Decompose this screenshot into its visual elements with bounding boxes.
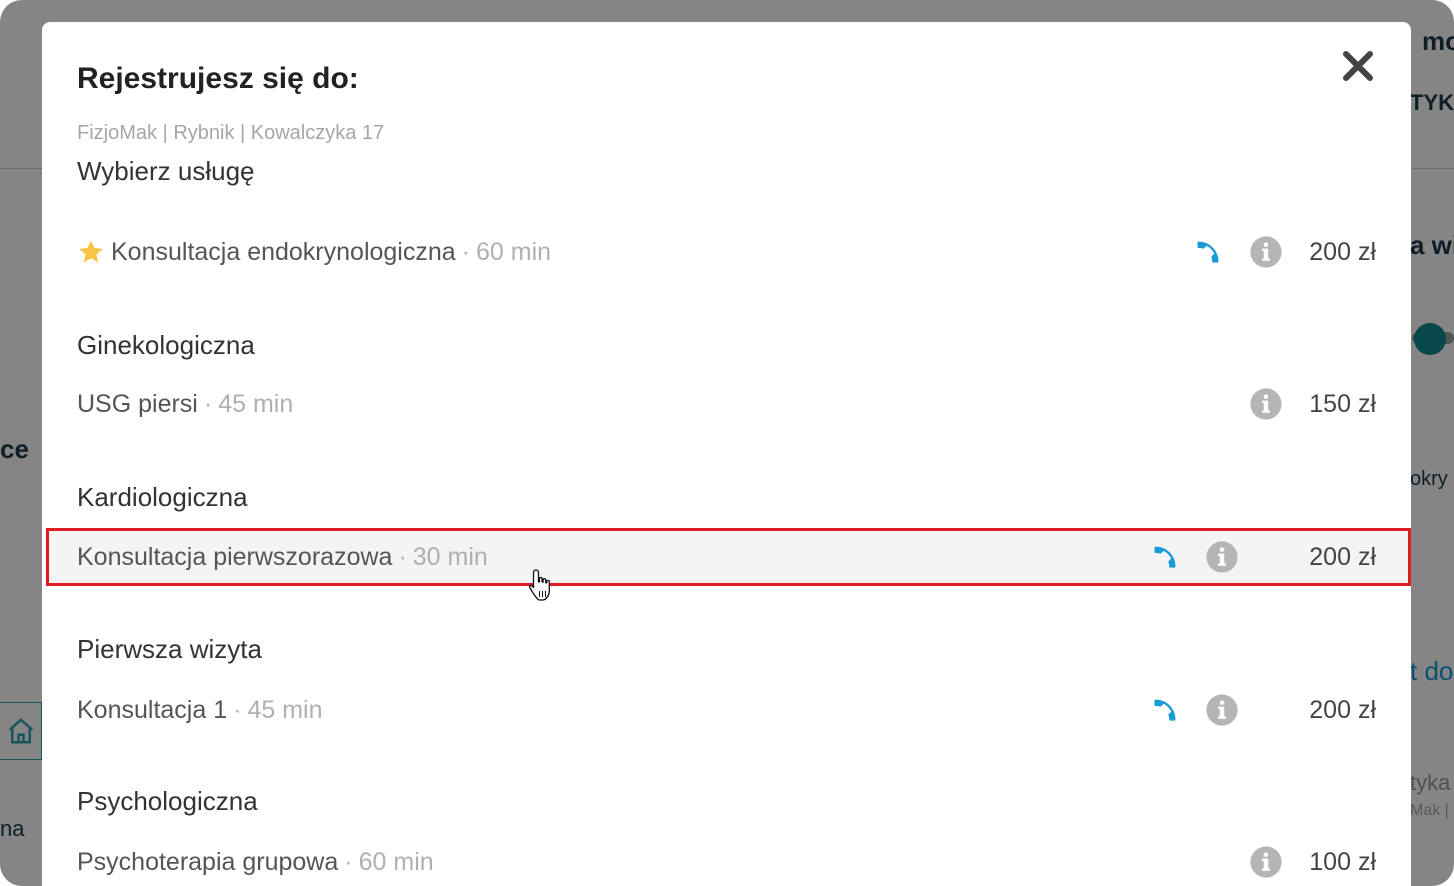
service-name: Psychoterapia grupowa · 60 min xyxy=(77,848,434,877)
category-title: Ginekologiczna xyxy=(77,330,255,360)
service-name: Konsultacja 1 · 45 min xyxy=(77,696,322,725)
service-selection-modal: Rejestrujesz się do: FizjoMak | Rybnik |… xyxy=(42,22,1411,886)
service-duration: 45 min xyxy=(247,695,323,724)
category-title: Pierwsza wizyta xyxy=(77,634,262,664)
service-price: 200 zł xyxy=(1309,695,1376,724)
info-icon[interactable] xyxy=(1249,235,1283,269)
info-icon[interactable] xyxy=(1249,387,1283,421)
service-separator: · xyxy=(233,695,242,724)
phone-icon xyxy=(1150,695,1180,725)
service-row[interactable]: Psychoterapia grupowa · 60 min 100 zł xyxy=(48,835,1409,886)
service-title: Konsultacja pierwszorazowa xyxy=(77,542,393,571)
category-title: Psychologiczna xyxy=(77,786,258,816)
service-duration: 60 min xyxy=(476,237,552,266)
service-name: Konsultacja endokrynologiczna · 60 min xyxy=(77,238,551,267)
service-price: 150 zł xyxy=(1309,389,1376,418)
info-icon[interactable] xyxy=(1249,845,1283,879)
close-icon xyxy=(1343,51,1373,81)
service-title: Konsultacja 1 xyxy=(77,695,228,724)
modal-subtitle: Wybierz usługę xyxy=(77,156,255,186)
service-title: Konsultacja endokrynologiczna xyxy=(111,237,456,266)
service-separator: · xyxy=(461,237,470,266)
service-price: 200 zł xyxy=(1309,237,1376,266)
service-separator: · xyxy=(344,847,353,876)
service-name: Konsultacja pierwszorazowa · 30 min xyxy=(77,543,488,572)
service-title: Psychoterapia grupowa xyxy=(77,847,339,876)
modal-title: Rejestrujesz się do: xyxy=(77,62,359,95)
close-button[interactable] xyxy=(1338,46,1378,86)
service-row[interactable]: USG piersi · 45 min 150 zł xyxy=(48,377,1409,431)
service-separator: · xyxy=(203,389,213,418)
service-separator: · xyxy=(398,542,407,571)
service-row[interactable]: Konsultacja 1 · 45 min 200 zł xyxy=(48,683,1409,737)
service-name: USG piersi · 45 min xyxy=(77,390,293,419)
location-text: FizjoMak | Rybnik | Kowalczyka 17 xyxy=(77,122,385,144)
service-duration: 45 min xyxy=(218,389,294,418)
service-duration: 30 min xyxy=(412,542,488,571)
service-price: 100 zł xyxy=(1309,847,1376,876)
service-title: USG piersi xyxy=(77,389,198,418)
category-title: Kardiologiczna xyxy=(77,482,248,512)
info-icon[interactable] xyxy=(1205,540,1239,574)
phone-icon xyxy=(1150,542,1180,572)
service-price: 200 zł xyxy=(1309,542,1376,571)
star-icon xyxy=(77,238,105,266)
service-row-highlighted[interactable]: Konsultacja pierwszorazowa · 30 min 200 … xyxy=(46,528,1411,586)
service-duration: 60 min xyxy=(358,847,434,876)
info-icon[interactable] xyxy=(1205,693,1239,727)
service-row-featured[interactable]: Konsultacja endokrynologiczna · 60 min 2… xyxy=(48,225,1409,279)
phone-icon xyxy=(1193,237,1223,267)
